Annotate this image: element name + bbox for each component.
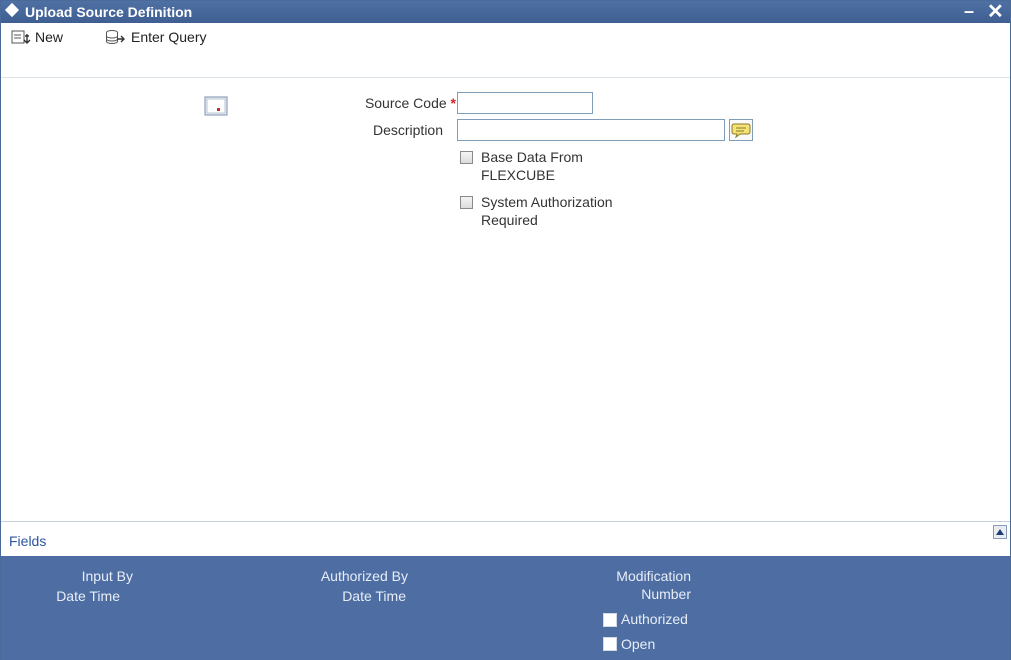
authorized-label: Authorized: [621, 611, 688, 627]
minimize-button[interactable]: –: [964, 1, 974, 22]
description-label: Description: [372, 122, 443, 138]
authorized-checkbox[interactable]: [603, 613, 617, 627]
toolbar: New Enter Query: [1, 23, 1010, 78]
close-button[interactable]: ✕: [987, 0, 1004, 24]
new-button[interactable]: New: [11, 27, 63, 47]
description-lov-button[interactable]: [729, 119, 753, 141]
query-icon: [106, 30, 125, 44]
sys-auth-label-line2: Required: [481, 212, 538, 228]
system-authorization-required-label: System Authorization Required: [481, 193, 613, 229]
form-area: Source Code * Description Base Data From…: [1, 78, 1010, 521]
source-code-input[interactable]: [457, 92, 593, 114]
required-marker: *: [450, 95, 456, 111]
modification-number-label: Number: [641, 586, 691, 602]
collapse-up-icon[interactable]: [993, 525, 1007, 539]
base-data-from-flexcube-label: Base Data From FLEXCUBE: [481, 148, 583, 184]
base-data-label-line2: FLEXCUBE: [481, 167, 555, 183]
fields-bar: Fields: [1, 521, 1010, 556]
base-data-label-line1: Base Data From: [481, 149, 583, 165]
new-label: New: [35, 29, 64, 45]
open-checkbox[interactable]: [603, 637, 617, 651]
audit-section: Input By Date Time Authorized By Date Ti…: [1, 556, 1010, 660]
source-code-label: Source Code *: [331, 95, 456, 111]
list-of-values-icon: [731, 123, 751, 139]
base-data-from-flexcube-checkbox[interactable]: [460, 151, 473, 164]
enter-query-button[interactable]: Enter Query: [105, 27, 206, 47]
sys-auth-label-line1: System Authorization: [481, 194, 613, 210]
title-bar: Upload Source Definition – ✕: [1, 1, 1010, 23]
input-by-label: Input By: [81, 568, 133, 584]
upload-source-definition-window: Upload Source Definition – ✕ New Enter Q…: [0, 0, 1011, 660]
description-input[interactable]: [457, 119, 725, 141]
enter-query-label: Enter Query: [131, 29, 207, 45]
open-label: Open: [621, 636, 656, 652]
window-title: Upload Source Definition: [25, 4, 193, 20]
input-date-time-label: Date Time: [56, 588, 120, 604]
window-diamond-icon: [4, 2, 20, 18]
authorized-date-time-label: Date Time: [342, 588, 406, 604]
fields-link[interactable]: Fields: [9, 533, 46, 549]
modification-label: Modification: [616, 568, 691, 584]
new-document-icon: [11, 30, 31, 44]
record-icon[interactable]: [204, 96, 228, 116]
system-authorization-required-checkbox[interactable]: [460, 196, 473, 209]
source-code-label-text: Source Code: [364, 95, 447, 111]
authorized-by-label: Authorized By: [320, 568, 408, 584]
